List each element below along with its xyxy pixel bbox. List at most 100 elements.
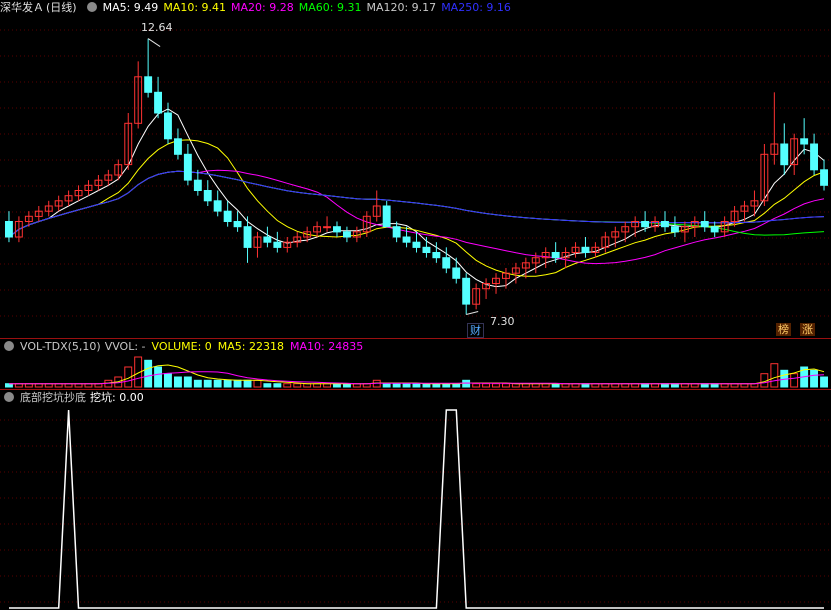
- volume-bar: [273, 383, 282, 388]
- volume-bar: [223, 379, 232, 388]
- price-chart[interactable]: [0, 0, 831, 338]
- candle-body: [432, 252, 441, 259]
- candle-body: [412, 241, 421, 248]
- volume-bar: [502, 383, 510, 388]
- volume-bar: [283, 383, 292, 388]
- volume-bar: [392, 383, 401, 388]
- ma-legend: MA5: 9.49 MA10: 9.41 MA20: 9.28 MA60: 9.31 M…: [103, 1, 516, 14]
- low-marker: [466, 311, 479, 315]
- volume-bar: [183, 376, 192, 388]
- ma-legend-item: MA20: 9.28: [231, 1, 294, 14]
- settings-circle-icon[interactable]: [86, 2, 97, 12]
- volume-header: VOL-TDX(5,10) VVOL: - VOLUME: 0 MA5: 22318 M…: [0, 339, 369, 355]
- candle-body: [700, 221, 709, 228]
- candle-body: [263, 236, 272, 243]
- high-marker: [147, 38, 161, 48]
- candle-body: [323, 226, 332, 229]
- volume-bar: [810, 369, 818, 388]
- volume-bar: [820, 376, 828, 388]
- volume-bar: [402, 383, 411, 388]
- candle-body: [154, 91, 163, 114]
- candle-body: [273, 241, 282, 248]
- volume-bar: [412, 383, 421, 388]
- volume-bar: [482, 383, 491, 388]
- candle-body: [233, 221, 242, 228]
- rank-badge[interactable]: 榜: [776, 323, 791, 336]
- candle-body: [203, 190, 212, 202]
- candle-body: [800, 138, 809, 145]
- finance-badge[interactable]: 财: [467, 323, 484, 338]
- volume-bar: [472, 383, 481, 388]
- volume-bar: [770, 363, 779, 388]
- indicator-series-value: 挖坑: 0.00: [90, 391, 144, 404]
- volume-bar: [193, 379, 202, 388]
- volume-bar: [293, 383, 302, 388]
- volume-bar: [164, 373, 172, 388]
- volume-indicator-name: VOL-TDX(5,10): [20, 340, 101, 353]
- volume-bar: [174, 376, 182, 388]
- candle-body: [333, 226, 341, 233]
- rise-badge[interactable]: 涨: [800, 323, 815, 336]
- volume-bar: [790, 373, 799, 388]
- volume-bar: [253, 379, 262, 388]
- volume-ma5: MA5: 22318: [217, 340, 284, 353]
- ma-legend-item: MA5: 9.49: [102, 1, 159, 14]
- indicator-chart[interactable]: [0, 390, 831, 610]
- indicator-header: 底部挖坑抄底 挖坑: 0.00: [0, 390, 150, 406]
- candle-body: [144, 76, 153, 93]
- candle-body: [671, 226, 679, 233]
- ma-legend-item: MA10: 9.41: [163, 1, 227, 14]
- volume-bar: [263, 383, 272, 388]
- candle-body: [193, 179, 202, 191]
- candle-body: [551, 252, 560, 259]
- ma-legend-item: MA120: 9.17: [366, 1, 437, 14]
- candle-body: [780, 143, 789, 166]
- candle-body: [243, 226, 252, 248]
- stock-name: 深华发Ａ: [0, 1, 44, 14]
- volume-bar: [203, 379, 212, 388]
- volume-ma10: MA10: 24835: [290, 340, 364, 353]
- indicator-pane[interactable]: 底部挖坑抄底 挖坑: 0.00: [0, 390, 831, 610]
- volume-bar: [233, 379, 242, 388]
- ma-legend-item: MA60: 9.31: [298, 1, 362, 14]
- ma-legend-item: MA250: 9.16: [441, 1, 511, 14]
- price-pane[interactable]: 深华发Ａ (日线) MA5: 9.49 MA10: 9.41 MA20: 9.28 MA6…: [0, 0, 831, 338]
- candle-body: [343, 231, 351, 238]
- period-label: (日线): [46, 1, 77, 14]
- candle-body: [422, 246, 431, 254]
- indicator-name: 底部挖坑抄底: [20, 391, 86, 404]
- volume-bar: [382, 383, 391, 388]
- low-price-label: 7.30: [490, 315, 515, 328]
- candle-body: [661, 221, 669, 228]
- candle-body: [164, 112, 172, 140]
- volume-bar: [243, 379, 252, 388]
- price-header: 深华发Ａ (日线) MA5: 9.49 MA10: 9.41 MA20: 9.28 MA6…: [0, 0, 522, 16]
- candle-body: [223, 210, 232, 222]
- candle-body: [820, 169, 828, 186]
- candle-body: [392, 226, 401, 238]
- candle-body: [5, 221, 13, 238]
- candle-body: [641, 221, 649, 228]
- candle-body: [810, 143, 818, 171]
- candle-body: [183, 153, 192, 181]
- candle-body: [402, 236, 411, 243]
- candle-body: [213, 200, 222, 212]
- candle-body: [442, 257, 451, 269]
- volume-value: VOLUME: 0: [151, 340, 212, 353]
- settings-circle-icon[interactable]: [4, 341, 14, 351]
- candle-body: [452, 267, 461, 279]
- indicator-line: [9, 409, 824, 609]
- candle-body: [581, 246, 590, 254]
- volume-bar: [213, 379, 222, 388]
- candle-body: [710, 226, 719, 233]
- vvol-value: VVOL: -: [104, 340, 146, 353]
- volume-pane[interactable]: VOL-TDX(5,10) VVOL: - VOLUME: 0 MA5: 22318 M…: [0, 339, 831, 389]
- candle-body: [174, 138, 182, 155]
- candle-body: [462, 277, 471, 305]
- candle-body: [382, 205, 391, 228]
- settings-circle-icon[interactable]: [4, 392, 14, 402]
- volume-bar: [154, 366, 163, 388]
- volume-bar: [144, 359, 153, 388]
- volume-bar: [492, 383, 500, 388]
- high-price-label: 12.64: [141, 21, 173, 34]
